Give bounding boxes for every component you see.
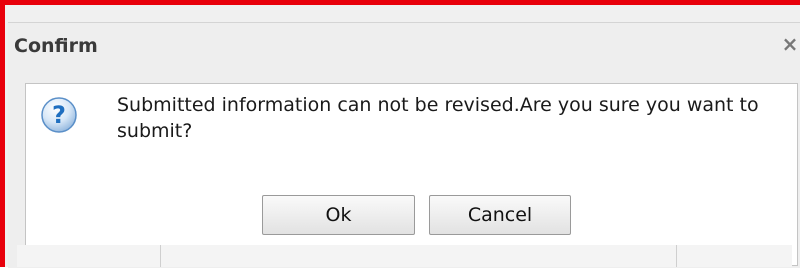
column-divider [160,245,161,267]
close-icon[interactable]: × [780,33,800,55]
confirm-dialog: Confirm × ? Submitted information can no… [8,22,800,268]
background-table-strip [17,245,792,267]
column-divider [676,245,677,267]
dialog-message: Submitted information can not be revised… [117,94,759,142]
dialog-titlebar[interactable]: Confirm × [8,23,800,83]
dialog-body: ? Submitted information can not be revis… [25,83,798,266]
dialog-title: Confirm [14,35,98,57]
cancel-button[interactable]: Cancel [429,195,571,235]
ok-button[interactable]: Ok [262,195,415,235]
question-icon: ? [40,96,78,134]
svg-text:?: ? [52,101,66,129]
